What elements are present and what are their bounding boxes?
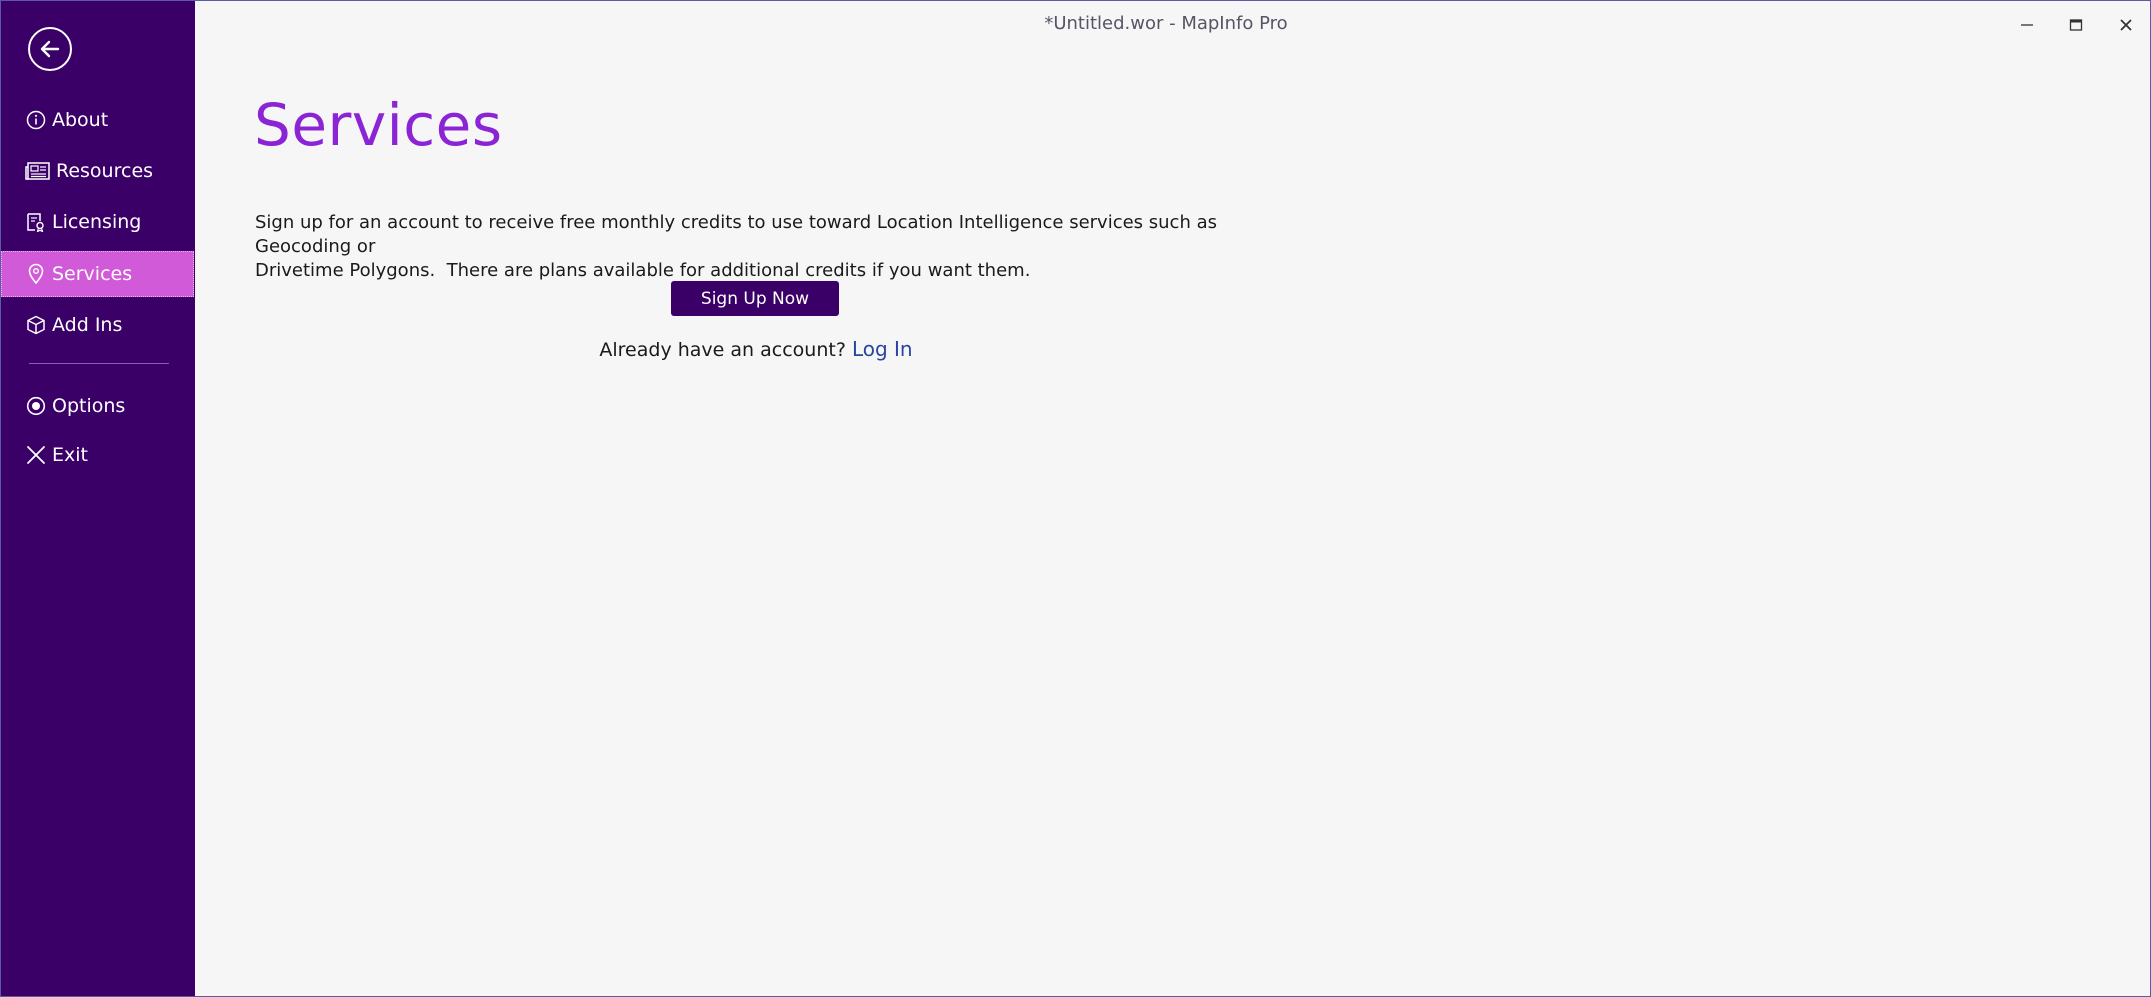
description-line-1: Sign up for an account to receive free m… bbox=[255, 212, 1217, 257]
close-window-icon bbox=[2120, 19, 2132, 31]
sidebar-item-label: Resources bbox=[56, 160, 154, 182]
account-prompt: Already have an account? bbox=[599, 339, 846, 361]
services-description: Sign up for an account to receive free m… bbox=[255, 211, 1275, 283]
cube-icon bbox=[25, 314, 47, 336]
sidebar-separator bbox=[29, 363, 169, 364]
radio-options-icon bbox=[25, 395, 47, 417]
close-window-button[interactable] bbox=[2108, 9, 2144, 41]
sidebar-item-label: Exit bbox=[52, 444, 88, 466]
maximize-button[interactable] bbox=[2058, 9, 2094, 41]
description-line-2: Drivetime Polygons. There are plans avai… bbox=[255, 260, 1031, 281]
sidebar-item-add-ins[interactable]: Add Ins bbox=[1, 302, 194, 348]
backstage-sidebar: About Resources Licensing Services Add I… bbox=[1, 1, 195, 996]
login-prompt-row: Already have an account? Log In bbox=[561, 337, 951, 361]
window-title: *Untitled.wor - MapInfo Pro bbox=[1044, 13, 1288, 34]
sidebar-item-services[interactable]: Services bbox=[1, 251, 194, 297]
minimize-icon bbox=[2021, 24, 2033, 26]
close-icon bbox=[25, 444, 47, 466]
license-icon bbox=[25, 211, 47, 233]
minimize-button[interactable] bbox=[2009, 9, 2045, 41]
location-pin-icon bbox=[25, 263, 47, 285]
sidebar-item-label: Options bbox=[52, 395, 126, 417]
back-button[interactable] bbox=[28, 27, 72, 71]
sidebar-item-label: Licensing bbox=[52, 211, 142, 233]
newspaper-icon bbox=[25, 160, 51, 182]
sidebar-item-label: Add Ins bbox=[52, 314, 123, 336]
sidebar-item-options[interactable]: Options bbox=[1, 383, 194, 429]
sidebar-item-exit[interactable]: Exit bbox=[1, 432, 194, 478]
sidebar-item-licensing[interactable]: Licensing bbox=[1, 199, 194, 245]
log-in-link[interactable]: Log In bbox=[852, 337, 913, 361]
sidebar-item-label: Services bbox=[52, 263, 133, 285]
application-window: About Resources Licensing Services Add I… bbox=[0, 0, 2151, 997]
back-arrow-icon bbox=[40, 40, 60, 58]
sidebar-item-about[interactable]: About bbox=[1, 97, 194, 143]
info-icon bbox=[25, 109, 47, 131]
sidebar-item-resources[interactable]: Resources bbox=[1, 148, 194, 194]
page-title: Services bbox=[254, 91, 503, 159]
sign-up-now-button[interactable]: Sign Up Now bbox=[671, 281, 839, 316]
sidebar-item-label: About bbox=[52, 109, 109, 131]
maximize-icon bbox=[2069, 19, 2083, 31]
